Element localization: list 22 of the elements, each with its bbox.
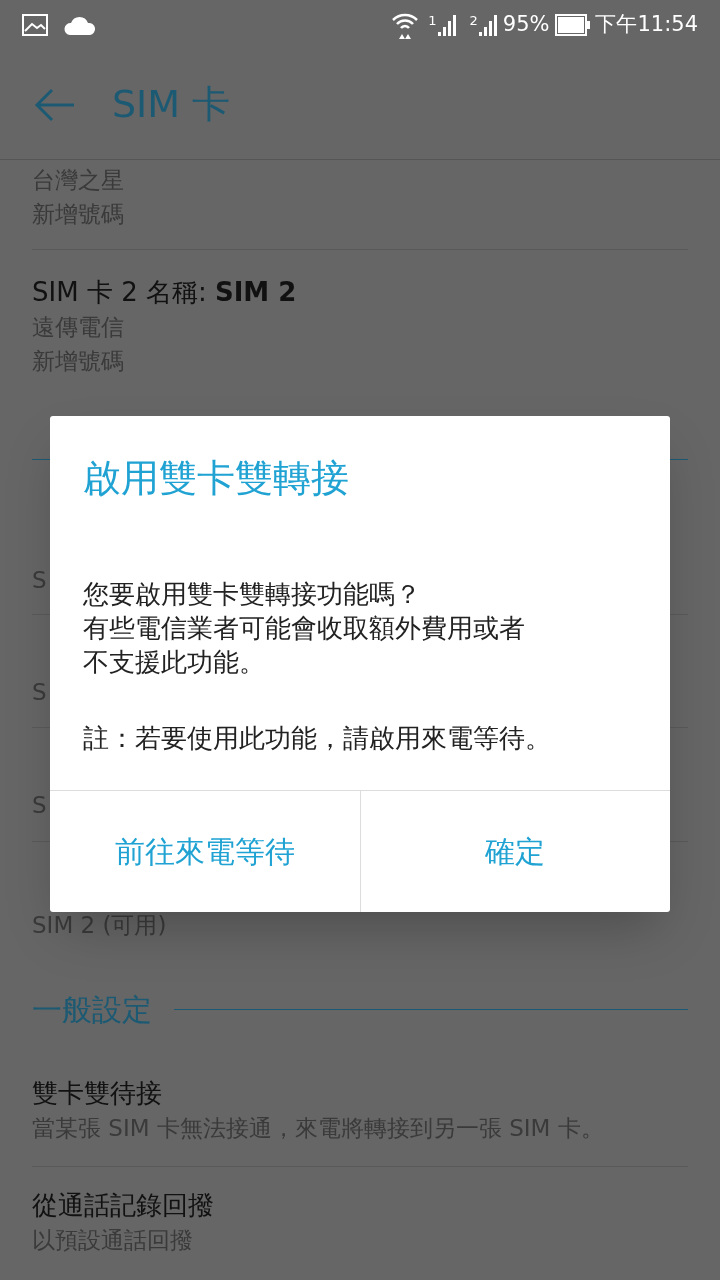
dialog-message-line: 您要啟用雙卡雙轉接功能嗎？ <box>83 578 421 611</box>
signal-icon <box>478 14 499 36</box>
section-heading: 一般設定 <box>32 991 152 1029</box>
battery-level: 95% <box>502 11 550 39</box>
item-title: 從通話記錄回撥 <box>32 1189 214 1222</box>
signal-icon <box>437 14 458 36</box>
clock: 下午11:54 <box>595 11 698 39</box>
cloud-icon <box>64 15 96 35</box>
battery-icon <box>555 14 592 36</box>
item-title: SIM 卡 2 名稱: SIM 2 <box>32 276 297 309</box>
page-title: SIM 卡 <box>112 81 231 128</box>
dialog-message-line: 註：若要使用此功能，請啟用來電等待。 <box>83 722 551 755</box>
sim-number: 1 <box>428 14 437 27</box>
dialog-message-line: 有些電信業者可能會收取額外費用或者 <box>83 612 525 645</box>
item-title: 雙卡雙待接 <box>32 1077 162 1110</box>
sim-number: 2 <box>469 14 478 27</box>
dialog-button[interactable]: 確定 <box>359 791 670 912</box>
image-icon <box>22 14 48 36</box>
back-arrow-icon[interactable] <box>34 87 76 122</box>
dialog-message-line: 不支援此功能。 <box>83 646 265 679</box>
dialog-title: 啟用雙卡雙轉接 <box>82 455 350 502</box>
dialog-button[interactable]: 前往來電等待 <box>50 791 360 912</box>
